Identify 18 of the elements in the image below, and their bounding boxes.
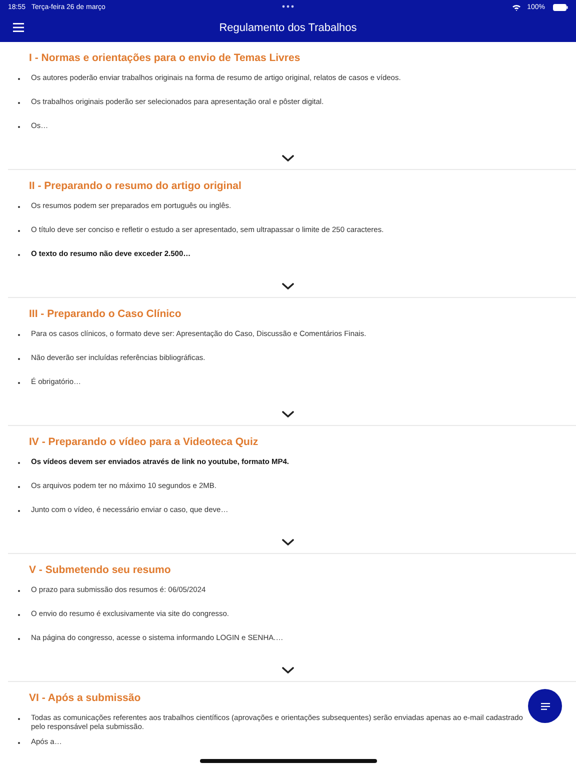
chevron-icon[interactable] bbox=[282, 539, 294, 546]
section-heading: III - Preparando o Caso Clínico bbox=[29, 307, 182, 322]
section-heading: VI - Após a submissão bbox=[29, 691, 141, 706]
chevron-icon[interactable] bbox=[282, 667, 294, 674]
menu-icon[interactable] bbox=[13, 23, 24, 32]
section-heading: V - Submetendo seu resumo bbox=[29, 563, 171, 578]
section-heading: IV - Preparando o vídeo para a Videoteca Quiz bbox=[29, 435, 258, 450]
chevron-icon[interactable] bbox=[282, 283, 294, 290]
multitasking-dots-icon[interactable] bbox=[282, 5, 294, 8]
list-icon bbox=[540, 702, 550, 710]
section-heading: II - Preparando o resumo do artigo original bbox=[29, 179, 242, 194]
section-heading: I - Normas e orientações para o envio de Temas Livres bbox=[29, 51, 300, 66]
wifi-icon bbox=[512, 4, 522, 10]
page-title: Regulamento dos Trabalhos bbox=[219, 22, 357, 34]
chevron-icon[interactable] bbox=[282, 155, 294, 162]
battery-icon bbox=[553, 4, 568, 10]
chevron-icon[interactable] bbox=[282, 411, 294, 418]
list-button[interactable] bbox=[528, 689, 562, 723]
